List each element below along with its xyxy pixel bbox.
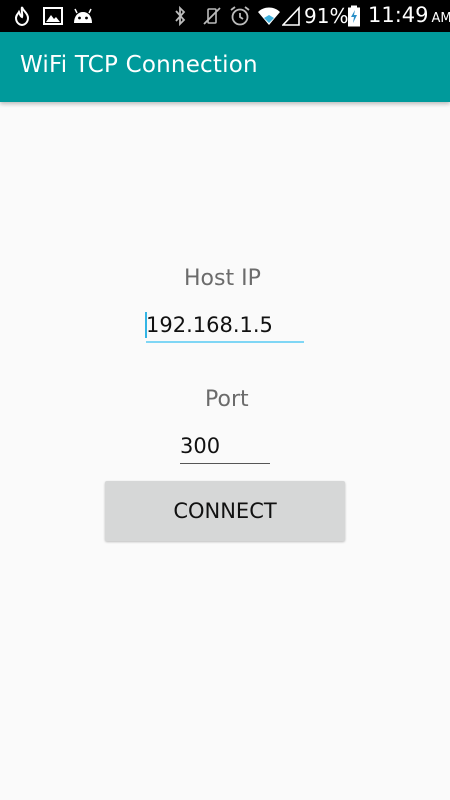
battery-percent: 91% <box>304 4 349 28</box>
host-ip-input[interactable]: 192.168.1.5 <box>145 309 304 343</box>
port-input[interactable]: 300 <box>180 430 270 464</box>
status-clock: 11:49 AM <box>368 3 450 27</box>
host-ip-label: Host IP <box>184 266 261 291</box>
port-underline <box>180 463 270 464</box>
port-label: Port <box>205 387 249 412</box>
app-bar: WiFi TCP Connection <box>0 32 450 102</box>
clock-ampm: AM <box>431 11 450 26</box>
port-value: 300 <box>180 434 221 458</box>
signal-icon <box>282 6 300 26</box>
host-ip-value: 192.168.1.5 <box>146 313 273 337</box>
wifi-icon <box>257 6 281 26</box>
host-ip-underline <box>146 341 304 343</box>
fire-icon <box>14 6 30 26</box>
android-icon <box>72 6 94 26</box>
battery-charging-icon <box>347 5 361 27</box>
clock-time: 11:49 <box>368 3 429 27</box>
app-title: WiFi TCP Connection <box>20 52 258 78</box>
bluetooth-icon <box>173 5 187 27</box>
status-bar: 91% 11:49 AM <box>0 0 450 32</box>
vibrate-off-icon <box>201 6 223 26</box>
image-icon <box>43 6 63 26</box>
connect-button[interactable]: CONNECT <box>105 481 345 541</box>
alarm-icon <box>229 6 251 26</box>
